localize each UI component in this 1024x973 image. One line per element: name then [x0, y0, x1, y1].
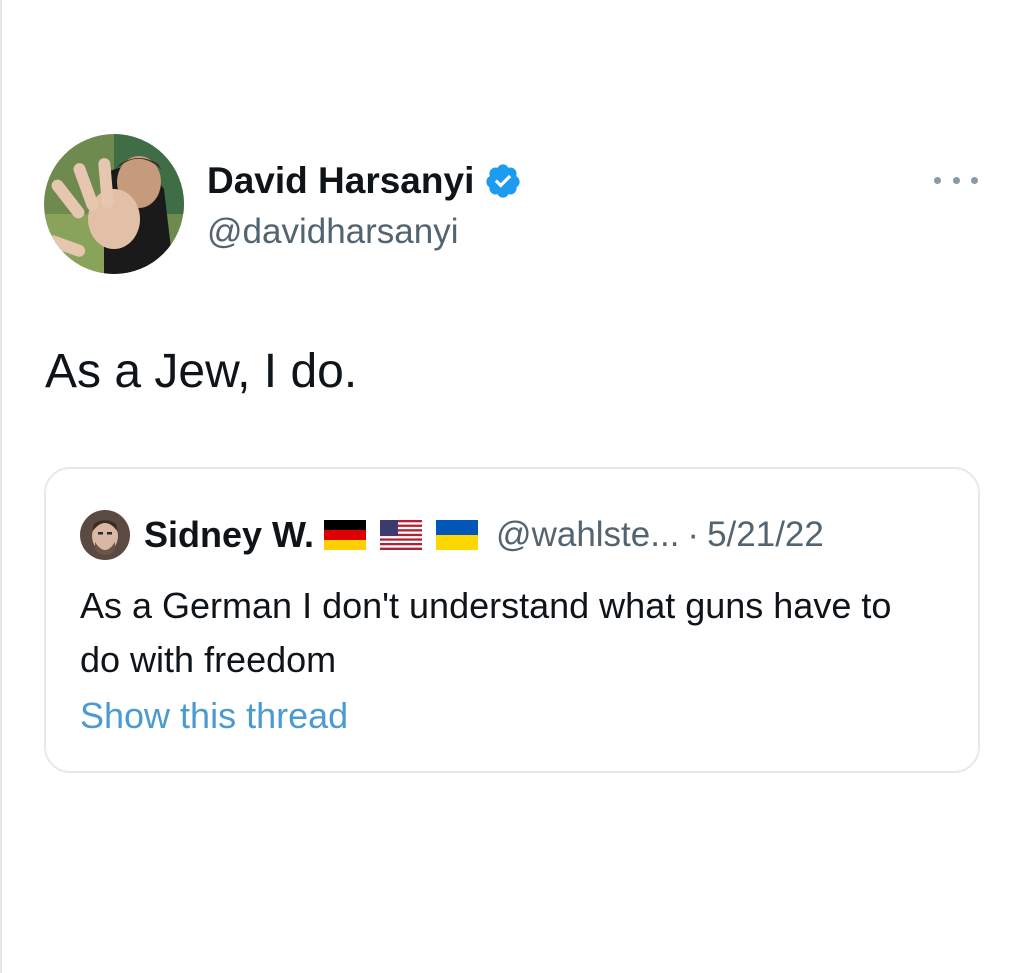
dot	[971, 176, 978, 184]
show-thread-link[interactable]: Show this thread	[80, 695, 348, 737]
ukraine-flag-icon	[436, 520, 479, 550]
quoted-tweet-text: As a German I don't understand what guns…	[80, 585, 892, 680]
more-dots-icon[interactable]	[934, 170, 978, 190]
quoted-author-avatar[interactable]	[80, 510, 130, 560]
quoted-tweet-date[interactable]: 5/21/22	[707, 515, 824, 555]
quoted-author-handle[interactable]: @wahlste...	[496, 515, 679, 555]
quoted-author-name[interactable]: Sidney W.	[144, 514, 314, 556]
usa-flag-icon	[380, 520, 423, 550]
author-handle[interactable]: @davidharsanyi	[207, 212, 459, 252]
avatar-photo-icon	[80, 510, 130, 560]
author-name[interactable]: David Harsanyi	[207, 160, 474, 202]
avatar-photo-icon	[44, 134, 184, 274]
verified-badge-icon	[486, 164, 520, 198]
author-avatar[interactable]	[44, 134, 184, 274]
tweet-page: David Harsanyi @davidharsanyi As a Jew, …	[0, 0, 1024, 973]
dot	[952, 176, 960, 184]
germany-flag-icon	[324, 520, 367, 550]
dot	[934, 176, 941, 184]
window-edge	[0, 0, 2, 973]
separator-dot: ·	[687, 515, 700, 554]
tweet-text: As a Jew, I do.	[45, 345, 358, 398]
author-name-row[interactable]: David Harsanyi	[207, 160, 522, 202]
quoted-tweet-header: Sidney W. @wahlste... · 5/21/22	[80, 509, 824, 561]
quoted-tweet-card[interactable]: Sidney W. @wahlste... · 5/21/22 As a Ger…	[44, 467, 980, 773]
